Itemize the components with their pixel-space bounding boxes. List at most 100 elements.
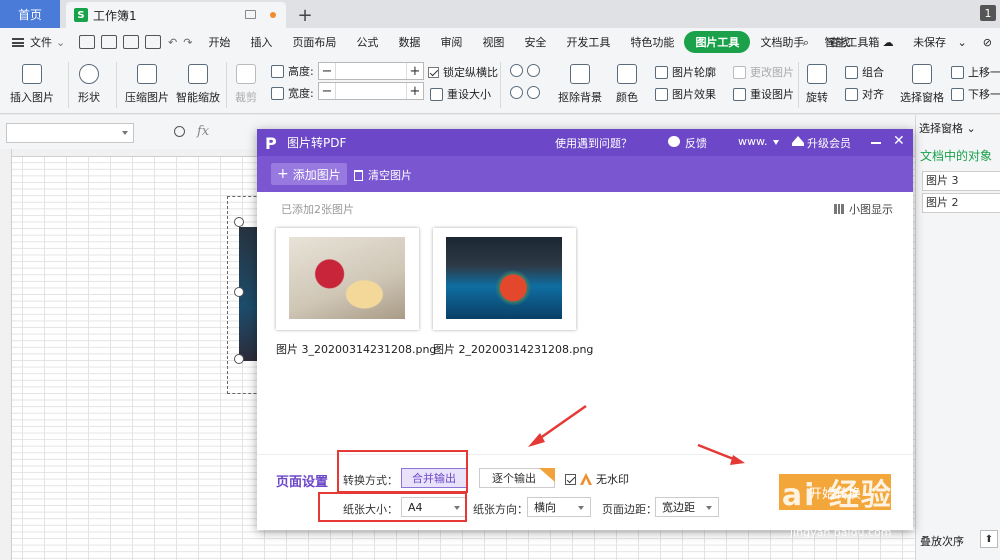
width-stepper[interactable]: − +	[318, 82, 424, 100]
insert-picture-button[interactable]: 插入图片	[10, 64, 54, 105]
height-decrease-button[interactable]: −	[319, 63, 335, 79]
menu-data[interactable]: 数据	[388, 34, 430, 50]
undo-icon[interactable]: ↶	[168, 36, 177, 49]
height-stepper[interactable]: − +	[318, 62, 424, 80]
menu-security[interactable]: 安全	[514, 34, 556, 50]
combine-button[interactable]: 组合	[845, 64, 884, 80]
chevron-down-icon[interactable]	[773, 140, 779, 145]
margin-select[interactable]: 宽边距	[655, 497, 719, 517]
move-down-button[interactable]: 下移一	[951, 86, 1000, 102]
window-count-badge[interactable]: 1	[980, 5, 996, 21]
row-header[interactable]	[0, 149, 12, 560]
menu-features[interactable]: 特色功能	[620, 34, 684, 50]
move-up-button[interactable]: 上移一	[951, 64, 1000, 80]
rotate-icon	[807, 64, 827, 84]
brightness-icon	[510, 64, 523, 77]
menu-home[interactable]: 开始	[198, 34, 240, 50]
resize-handle[interactable]	[234, 287, 244, 297]
unsaved-button[interactable]: ☁ 未保存 ⌄	[867, 34, 975, 50]
divider	[226, 62, 227, 108]
feedback-button[interactable]: 反馈	[685, 135, 707, 151]
bring-forward-icon[interactable]: ⬆	[980, 530, 998, 548]
object-item[interactable]: 图片 2	[922, 193, 1000, 213]
clear-pictures-button[interactable]: 清空图片	[354, 167, 412, 183]
picture-outline-button[interactable]: 图片轮廓	[655, 64, 716, 80]
align-button[interactable]: 对齐	[845, 86, 884, 102]
picture-effect-button[interactable]: 图片效果	[655, 86, 716, 102]
save-icon[interactable]	[79, 35, 95, 49]
thumbnail-view-toggle[interactable]: 小图显示	[834, 201, 893, 217]
no-watermark-checkbox[interactable]: 无水印	[565, 471, 629, 487]
vip-crown-icon	[580, 473, 592, 485]
tab-workbook[interactable]: S 工作簿1	[66, 2, 286, 28]
remove-background-button[interactable]: 抠除背景	[558, 64, 602, 105]
shape-button[interactable]: 形状	[78, 64, 100, 105]
resize-handle[interactable]	[234, 354, 244, 364]
brightness-down-button[interactable]	[510, 86, 544, 99]
reset-size-button[interactable]: 重设大小	[430, 86, 491, 102]
margin-label: 页面边距：	[602, 503, 657, 516]
tab-home[interactable]: 首页	[0, 0, 60, 28]
color-button[interactable]: 颜色	[616, 64, 638, 105]
account-menu[interactable]: www.	[738, 135, 767, 148]
width-increase-button[interactable]: +	[407, 83, 423, 99]
outline-icon	[655, 65, 668, 79]
menu-picture-tools[interactable]: 图片工具	[684, 31, 751, 53]
object-item[interactable]: 图片 3	[922, 171, 1000, 191]
export-pdf-icon[interactable]	[123, 35, 139, 49]
page-settings-panel: 页面设置 转换方式： 合并输出 逐个输出 无水印 纸张大小： A4 纸张方向： …	[257, 454, 913, 530]
move-up-icon	[951, 65, 964, 79]
start-convert-button[interactable]: 开始转换	[779, 474, 891, 510]
checkbox-checked-icon	[565, 473, 576, 485]
height-input[interactable]	[335, 63, 407, 79]
menu-file[interactable]: 文件 ⌄	[0, 34, 76, 50]
menu-page-layout[interactable]: 页面布局	[282, 34, 346, 50]
width-input[interactable]	[335, 83, 407, 99]
search-button[interactable]: ⌕ 查找	[787, 34, 867, 50]
chevron-down-icon[interactable]: ⌄	[967, 122, 976, 135]
search-icon: ⌕	[802, 36, 810, 49]
menu-review[interactable]: 审阅	[430, 34, 472, 50]
more-icon[interactable]: ⊘	[975, 36, 1000, 49]
height-increase-button[interactable]: +	[407, 63, 423, 79]
contrast-icon	[527, 64, 540, 77]
minimize-icon[interactable]	[871, 142, 881, 144]
new-tab-button[interactable]: +	[290, 2, 320, 28]
upgrade-vip-button[interactable]: 升级会员	[807, 135, 851, 151]
add-picture-button[interactable]: + 添加图片	[271, 163, 347, 185]
shape-icon	[79, 64, 99, 84]
crop-button[interactable]: 裁剪	[235, 64, 257, 105]
name-box[interactable]	[6, 123, 134, 143]
chevron-down-icon: ⌄	[56, 35, 66, 49]
help-link[interactable]: 使用遇到问题？	[555, 135, 632, 151]
brightness-up-button[interactable]	[510, 64, 544, 77]
redo-icon[interactable]: ↷	[183, 36, 192, 49]
change-picture-button[interactable]: 更改图片	[733, 64, 794, 80]
fx-icon[interactable]: fx	[197, 124, 209, 139]
image-card[interactable]	[276, 228, 419, 330]
smart-zoom-button[interactable]: 智能缩放	[176, 64, 220, 105]
menu-view[interactable]: 视图	[472, 34, 514, 50]
select-pane-button[interactable]: 选择窗格	[900, 64, 944, 105]
reset-size-icon	[430, 87, 443, 101]
spreadsheet-logo-icon: S	[74, 8, 88, 22]
merge-output-option[interactable]: 合并输出	[401, 468, 467, 488]
orientation-select[interactable]: 横向	[527, 497, 591, 517]
close-icon[interactable]: ✕	[893, 133, 905, 149]
compress-picture-button[interactable]: 压缩图片	[125, 64, 169, 105]
divider	[500, 62, 501, 108]
reset-picture-button[interactable]: 重设图片	[733, 86, 794, 102]
monitor-icon[interactable]	[245, 10, 256, 19]
paper-size-select[interactable]: A4	[401, 497, 467, 517]
resize-handle[interactable]	[234, 217, 244, 227]
lock-ratio-checkbox[interactable]: 锁定纵横比	[428, 64, 498, 80]
menu-insert[interactable]: 插入	[240, 34, 282, 50]
rotate-button[interactable]: 旋转	[806, 64, 828, 105]
width-decrease-button[interactable]: −	[319, 83, 335, 99]
menu-formula[interactable]: 公式	[346, 34, 388, 50]
zoom-icon[interactable]	[174, 126, 185, 137]
print-icon[interactable]	[101, 35, 117, 49]
image-card[interactable]	[433, 228, 576, 330]
print-preview-icon[interactable]	[145, 35, 161, 49]
menu-developer[interactable]: 开发工具	[556, 34, 620, 50]
